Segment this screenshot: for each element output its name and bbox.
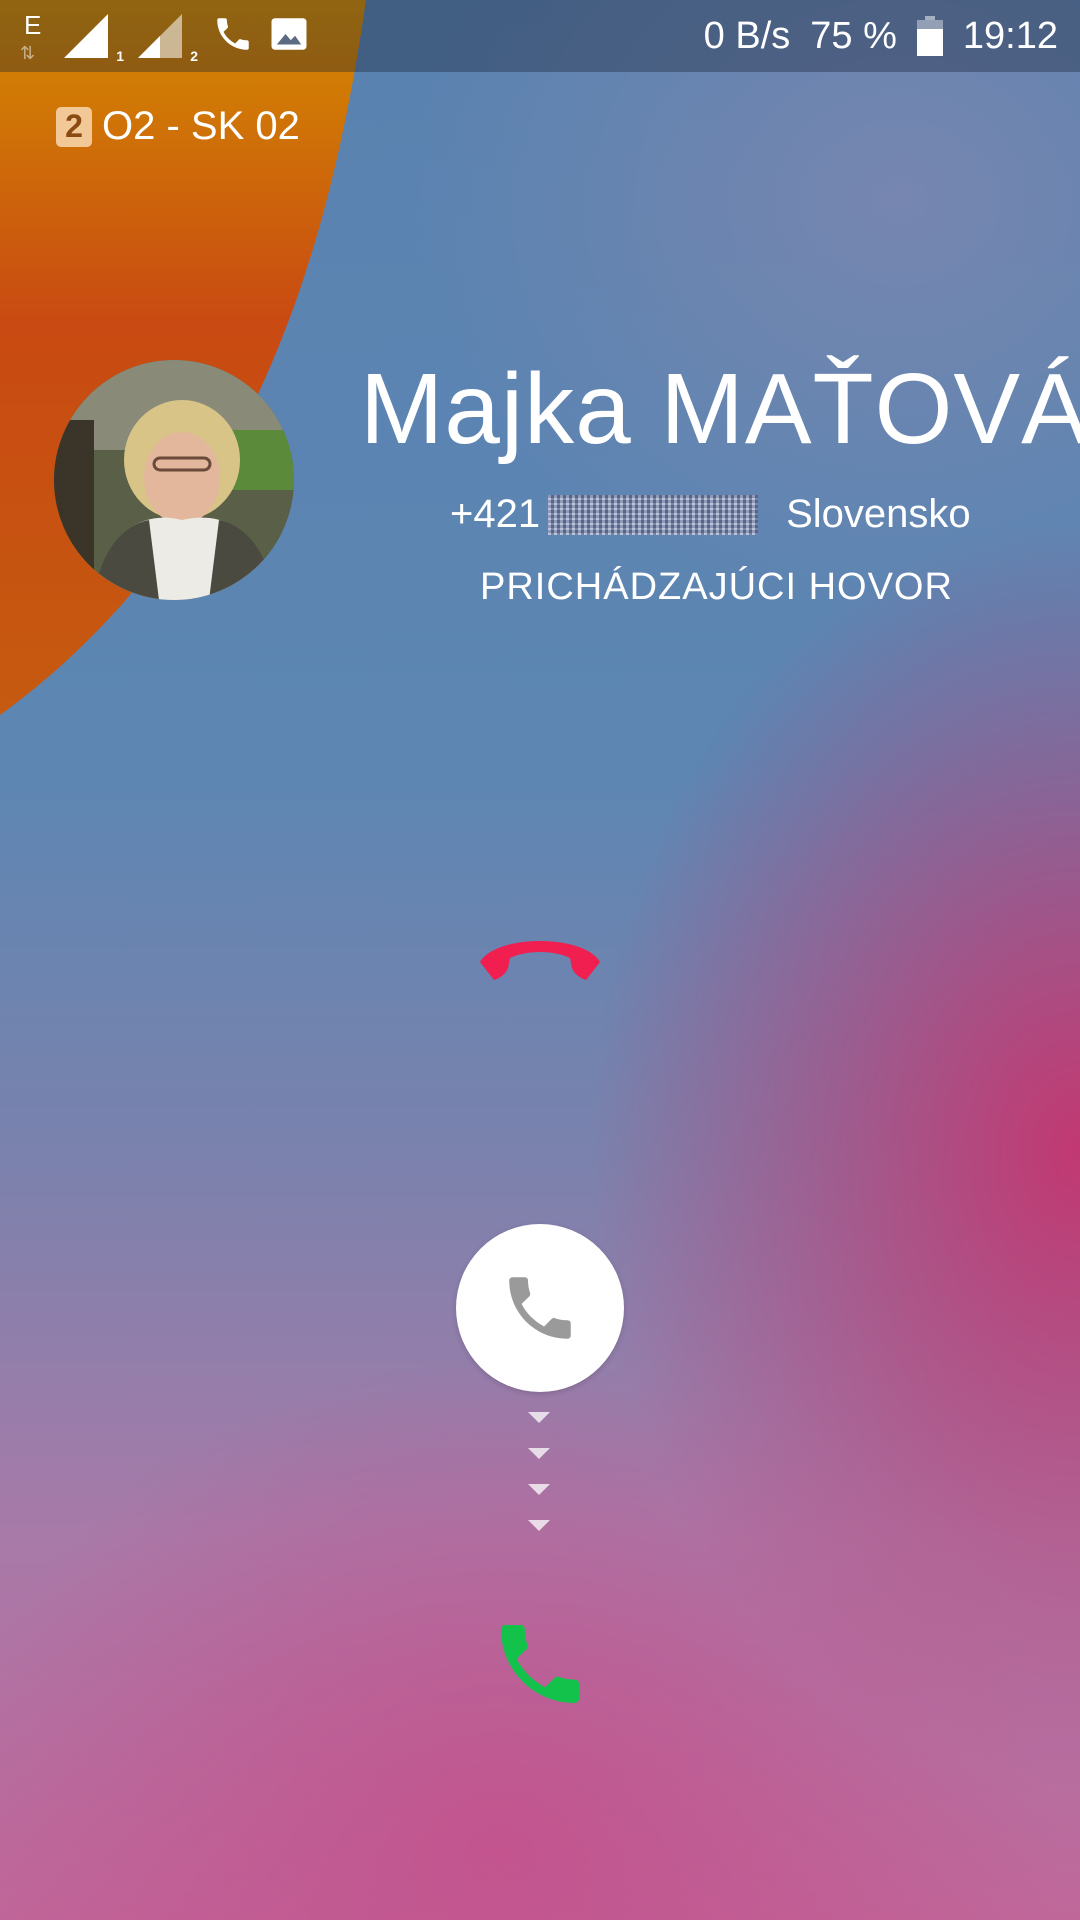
- answer-slider-knob[interactable]: [456, 1224, 624, 1392]
- chevron-down-icon: [528, 1412, 550, 1423]
- image-icon: [268, 13, 310, 60]
- accept-button[interactable]: [488, 1612, 592, 1716]
- status-bar: E ⇅ 1 2 0 B/s 75 % 19:12: [0, 0, 1080, 72]
- caller-number-prefix: +421: [450, 492, 541, 536]
- sim-badge: 2: [56, 106, 92, 147]
- chevron-down-icon: [528, 1448, 550, 1459]
- chevron-down-icon: [528, 1520, 550, 1531]
- clock: 19:12: [962, 14, 1058, 57]
- phone-answer-icon: [501, 1625, 579, 1703]
- redacted-number: [548, 494, 759, 535]
- signal-sim2-icon: 2: [138, 14, 198, 64]
- caller-name: Majka MAŤOVÁ: [360, 353, 1080, 465]
- carrier-label: 2 O2 - SK 02: [56, 104, 300, 149]
- call-status: PRICHÁDZAJÚCI HOVOR: [480, 566, 953, 608]
- signal-sim1-icon: 1: [64, 14, 124, 64]
- caller-country: Slovensko: [786, 492, 971, 536]
- battery-icon: [916, 16, 943, 56]
- decline-button[interactable]: [474, 928, 606, 984]
- battery-percent: 75 %: [810, 14, 897, 57]
- phone-call-icon: [212, 13, 254, 60]
- network-speed: 0 B/s: [703, 14, 791, 57]
- swipe-down-hint: [528, 1412, 552, 1556]
- caller-number-row: +421 Slovensko: [450, 492, 971, 537]
- avatar: [54, 360, 294, 600]
- chevron-down-icon: [528, 1484, 550, 1495]
- hang-up-icon: [480, 941, 600, 980]
- network-type-indicator: E ⇅: [20, 10, 42, 63]
- phone-icon: [509, 1277, 571, 1339]
- carrier-name: O2 - SK 02: [102, 104, 300, 148]
